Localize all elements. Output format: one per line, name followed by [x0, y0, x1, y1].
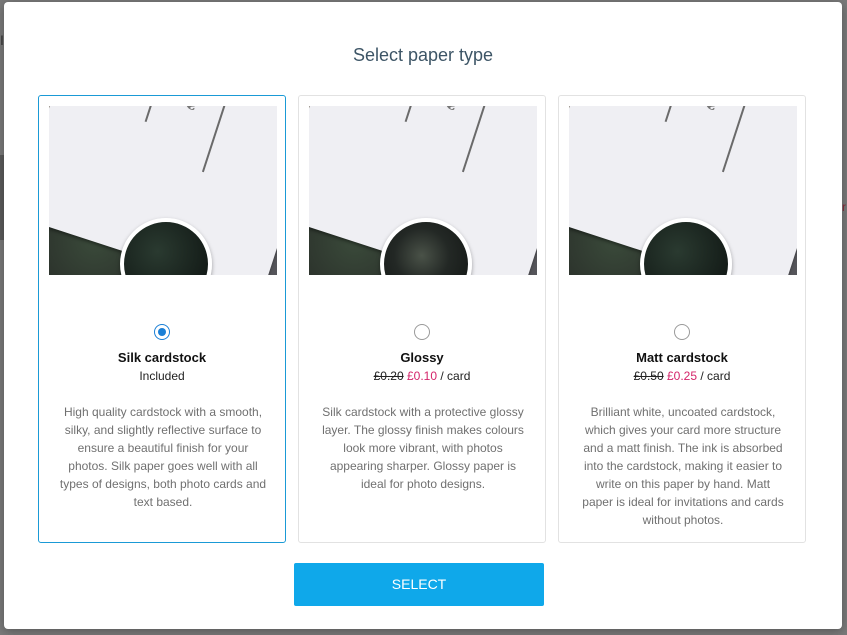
option-price: £0.20 £0.10 / card [299, 369, 545, 383]
sale-price: £0.10 [406, 369, 438, 383]
sale-price: £0.25 [666, 369, 698, 383]
paper-option-silk[interactable]: ❦ Silk cardstock Included High quality c… [38, 95, 286, 543]
old-price: £0.20 [373, 369, 404, 383]
select-button[interactable]: SELECT [294, 563, 544, 606]
option-price: Included [39, 369, 285, 383]
paper-sample-image: ❦ [49, 106, 277, 275]
paper-sample-image: ❦ [309, 106, 537, 275]
paper-sample-image: ❦ [569, 106, 797, 275]
paper-option-matt[interactable]: ❦ Matt cardstock £0.50 £0.25 / card Bril… [558, 95, 806, 543]
option-description: Brilliant white, uncoated cardstock, whi… [582, 405, 784, 527]
option-name: Matt cardstock [636, 350, 728, 365]
silk-radio[interactable] [154, 324, 170, 340]
option-description: High quality cardstock with a smooth, si… [59, 405, 267, 509]
price-unit: / card [700, 369, 731, 383]
leaf-icon: ❦ [439, 106, 464, 118]
option-name: Glossy [400, 350, 444, 365]
matt-radio[interactable] [674, 324, 690, 340]
glossy-radio[interactable] [414, 324, 430, 340]
modal-title: Select paper type [352, 45, 494, 65]
paper-option-glossy[interactable]: ❦ Glossy £0.20 £0.10 / card Silk cardsto… [298, 95, 546, 543]
option-name: Silk cardstock [117, 350, 207, 365]
option-description: Silk cardstock with a protective glossy … [322, 405, 524, 491]
price-unit: / card [440, 369, 471, 383]
paper-type-modal: Select paper type ❦ Silk cardstock Inclu… [4, 2, 842, 629]
old-price: £0.50 [633, 369, 664, 383]
option-price: £0.50 £0.25 / card [559, 369, 805, 383]
background-accent: r [842, 200, 846, 214]
included-label: Included [139, 369, 185, 383]
leaf-icon: ❦ [179, 106, 204, 118]
leaf-icon: ❦ [699, 106, 724, 118]
